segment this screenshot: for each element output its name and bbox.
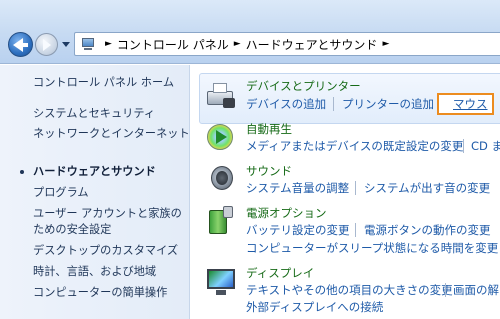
address-bar[interactable]: ► コントロール パネル ► ハードウェアとサウンド ► [74, 32, 500, 56]
link-screen-resolution[interactable]: 画面の解 [453, 282, 499, 298]
link-divider [445, 283, 446, 297]
navigation-toolbar: ► コントロール パネル ► ハードウェアとサウンド ► [0, 0, 500, 64]
link-change-power-buttons[interactable]: 電源ボタンの動作の変更 [364, 222, 491, 238]
link-divider [333, 97, 334, 111]
link-divider [463, 139, 464, 153]
speaker-icon[interactable] [205, 162, 237, 194]
main-content: デバイスとプリンター デバイスの追加 プリンターの追加 マウス 自動再生 メディ… [191, 65, 500, 319]
category-display[interactable]: ディスプレイ [246, 265, 314, 281]
link-add-device[interactable]: デバイスの追加 [246, 96, 326, 112]
category-autoplay[interactable]: 自動再生 [246, 121, 292, 137]
autoplay-icon[interactable] [205, 120, 237, 152]
control-panel-icon [80, 37, 96, 51]
back-button[interactable] [8, 32, 33, 57]
printer-icon[interactable] [205, 79, 237, 111]
category-sound[interactable]: サウンド [246, 163, 292, 179]
sidebar-item-desktop-customization[interactable]: デスクトップのカスタマイズ [33, 243, 178, 258]
power-icon[interactable] [205, 204, 237, 236]
link-adjust-system-volume[interactable]: システム音量の調整 [246, 180, 349, 196]
sidebar-item-user-accounts-cont[interactable]: ための安全設定 [33, 222, 111, 237]
link-divider [355, 223, 356, 237]
breadcrumb-separator-icon[interactable]: ► [105, 39, 112, 49]
back-arrow-icon [13, 38, 28, 52]
sidebar: コントロール パネル ホーム システムとセキュリティ ネットワークとインターネッ… [0, 65, 190, 319]
link-change-sleep-time[interactable]: コンピューターがスリープ状態になる時間を変更 [246, 240, 498, 256]
sidebar-item-hardware-sound[interactable]: ハードウェアとサウンド [33, 164, 156, 179]
link-change-text-size[interactable]: テキストやその他の項目の大きさの変更 [246, 282, 453, 298]
forward-button[interactable] [35, 33, 58, 56]
breadcrumb-separator-icon[interactable]: ► [382, 39, 389, 49]
forward-arrow-icon [43, 39, 51, 51]
link-mouse[interactable]: マウス [453, 96, 488, 112]
sidebar-item-user-accounts[interactable]: ユーザー アカウントと家族の [33, 206, 182, 221]
link-connect-external-display[interactable]: 外部ディスプレイへの接続 [246, 299, 383, 315]
sidebar-item-programs[interactable]: プログラム [33, 185, 89, 200]
breadcrumb-separator-icon[interactable]: ► [234, 39, 241, 49]
link-add-printer[interactable]: プリンターの追加 [342, 96, 434, 112]
breadcrumb-control-panel[interactable]: コントロール パネル [117, 36, 229, 53]
sidebar-item-network-internet[interactable]: ネットワークとインターネット [33, 126, 190, 141]
link-cd-settings[interactable]: CD ま [471, 138, 500, 154]
sidebar-item-ease-of-access[interactable]: コンピューターの簡単操作 [33, 285, 167, 300]
link-default-media-settings[interactable]: メディアまたはデバイスの既定設定の変更 [246, 138, 463, 154]
recent-pages-dropdown-icon[interactable] [62, 42, 70, 47]
link-change-battery-settings[interactable]: バッテリ設定の変更 [246, 222, 350, 238]
sidebar-item-clock-language-region[interactable]: 時計、言語、および地域 [33, 264, 156, 279]
display-icon[interactable] [205, 265, 237, 297]
sidebar-item-system-security[interactable]: システムとセキュリティ [33, 106, 155, 121]
sidebar-item-control-panel-home[interactable]: コントロール パネル ホーム [33, 75, 174, 90]
category-devices-printers[interactable]: デバイスとプリンター [246, 78, 361, 94]
current-item-bullet-icon [20, 170, 24, 174]
category-power-options[interactable]: 電源オプション [246, 205, 327, 221]
link-divider [355, 181, 356, 195]
link-change-system-sounds[interactable]: システムが出す音の変更 [364, 180, 490, 196]
breadcrumb-hardware-and-sound[interactable]: ハードウェアとサウンド [246, 36, 378, 53]
